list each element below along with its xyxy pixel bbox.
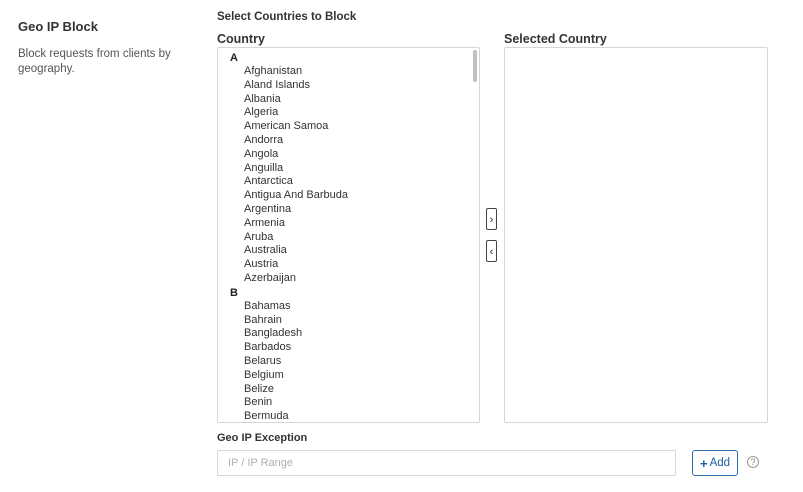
add-button[interactable]: + Add: [692, 450, 738, 476]
country-option[interactable]: Anguilla: [218, 162, 479, 176]
country-option[interactable]: Afghanistan: [218, 65, 479, 79]
selected-country-listbox[interactable]: [504, 47, 768, 423]
country-option[interactable]: Belgium: [218, 369, 479, 383]
country-option[interactable]: Barbados: [218, 341, 479, 355]
country-group-label: B: [230, 286, 238, 299]
move-left-button[interactable]: ‹: [486, 240, 497, 262]
country-option[interactable]: Algeria: [218, 106, 479, 120]
country-option[interactable]: Bermuda: [218, 410, 479, 422]
selected-country-column-heading: Selected Country: [504, 32, 607, 46]
country-option[interactable]: Argentina: [218, 203, 479, 217]
question-circle-icon[interactable]: ?: [747, 456, 759, 468]
country-option[interactable]: Antarctica: [218, 175, 479, 189]
country-option[interactable]: Angola: [218, 148, 479, 162]
country-option[interactable]: Aruba: [218, 231, 479, 245]
country-option[interactable]: Belize: [218, 383, 479, 397]
add-button-label: Add: [709, 457, 731, 469]
listbox-scrollbar[interactable]: [473, 50, 477, 82]
ip-range-input[interactable]: [217, 450, 676, 476]
country-option[interactable]: Bangladesh: [218, 327, 479, 341]
country-option[interactable]: Belarus: [218, 355, 479, 369]
country-option[interactable]: Bahamas: [218, 300, 479, 314]
country-option[interactable]: Azerbaijan: [218, 272, 479, 286]
country-option[interactable]: Aland Islands: [218, 79, 479, 93]
country-column-heading: Country: [217, 32, 265, 46]
country-option[interactable]: Antigua And Barbuda: [218, 189, 479, 203]
country-option[interactable]: Albania: [218, 93, 479, 107]
country-option[interactable]: Australia: [218, 244, 479, 258]
country-option[interactable]: Bahrain: [218, 314, 479, 328]
country-option[interactable]: Armenia: [218, 217, 479, 231]
country-list: A Afghanistan Aland Islands Albania Algeria A…: [218, 48, 479, 422]
section-title: Geo IP Block: [18, 19, 98, 34]
section-description: Block requests from clients by geography…: [18, 48, 171, 75]
plus-icon: +: [699, 455, 708, 471]
select-countries-heading: Select Countries to Block: [217, 11, 357, 23]
country-option[interactable]: Andorra: [218, 134, 479, 148]
country-listbox[interactable]: A Afghanistan Aland Islands Albania Algeria A…: [217, 47, 480, 423]
country-option[interactable]: American Samoa: [218, 120, 479, 134]
country-group-label: A: [230, 52, 238, 64]
move-right-button[interactable]: ›: [486, 208, 497, 230]
country-option[interactable]: Austria: [218, 258, 479, 272]
country-option[interactable]: Benin: [218, 396, 479, 410]
geo-ip-exception-label: Geo IP Exception: [217, 432, 308, 444]
